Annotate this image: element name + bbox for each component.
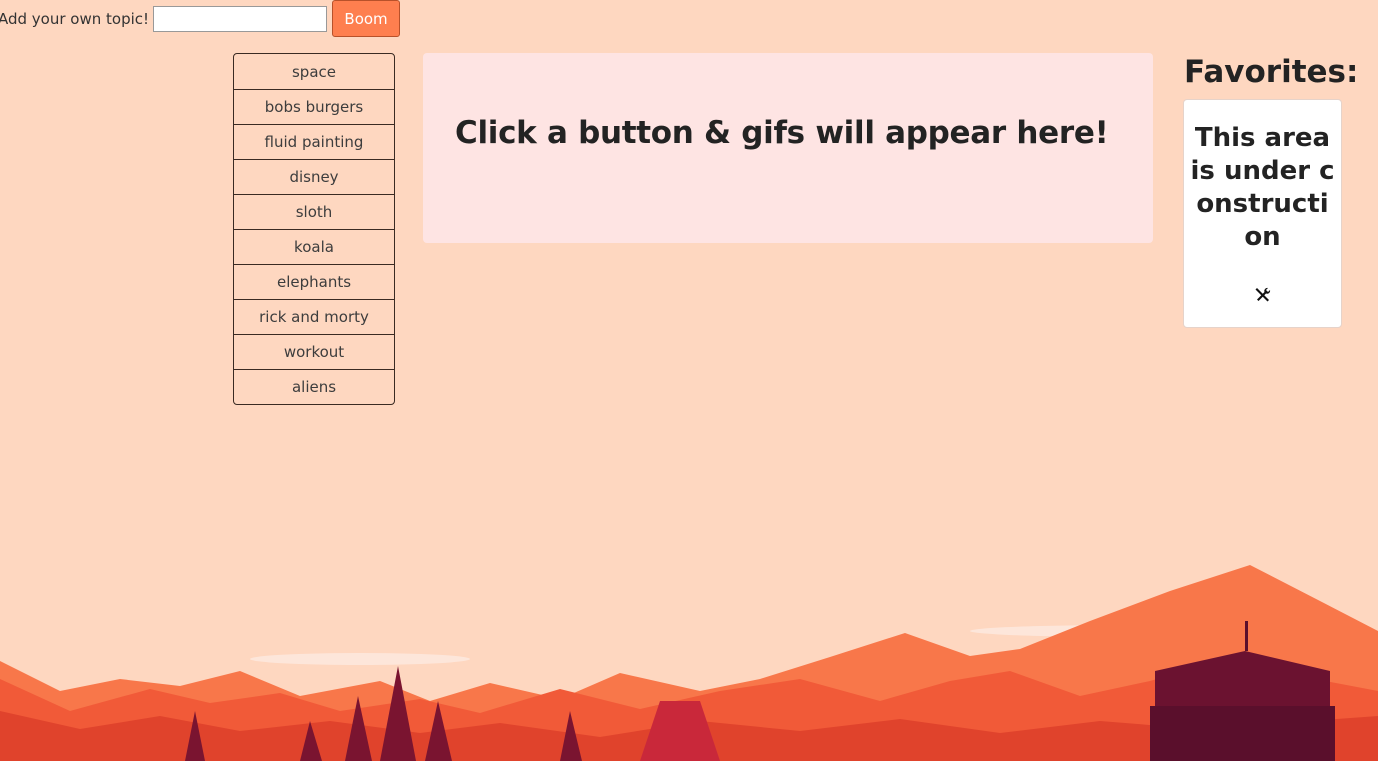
topic-button[interactable]: space [234, 54, 394, 89]
favorites-message: This area is under construction [1190, 123, 1335, 252]
topic-button[interactable]: fluid painting [234, 124, 394, 159]
favorites-title: Favorites: [1184, 54, 1359, 90]
topic-button[interactable]: sloth [234, 194, 394, 229]
topic-button[interactable]: disney [234, 159, 394, 194]
topic-input[interactable] [153, 5, 328, 32]
add-topic-form: Add your own topic! Boom [0, 0, 401, 37]
mountain-landscape-background [0, 565, 1378, 761]
topic-button[interactable]: aliens [234, 369, 394, 404]
topic-button[interactable]: rick and morty [234, 299, 394, 334]
topic-button[interactable]: bobs burgers [234, 89, 394, 124]
gif-placeholder-message: Click a button & gifs will appear here! [455, 115, 1109, 151]
topic-button-list: space bobs burgers fluid painting disney… [233, 53, 395, 405]
topic-button[interactable]: koala [234, 229, 394, 264]
gif-display-area: Click a button & gifs will appear here! [423, 53, 1153, 243]
tools-icon [1255, 287, 1271, 302]
topic-button[interactable]: elephants [234, 264, 394, 299]
favorites-card: This area is under construction [1183, 99, 1342, 328]
add-topic-label: Add your own topic! [0, 9, 150, 28]
boom-button[interactable]: Boom [332, 0, 401, 37]
topic-button[interactable]: workout [234, 334, 394, 369]
